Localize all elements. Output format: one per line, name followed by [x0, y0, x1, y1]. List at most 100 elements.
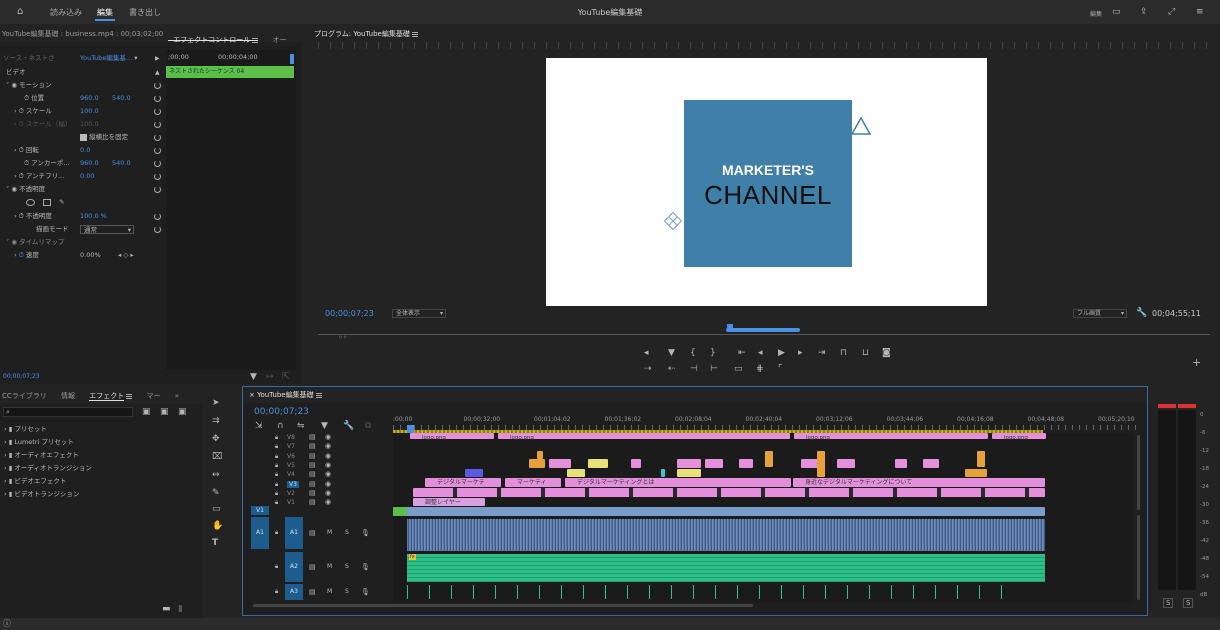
reset-icon[interactable]	[154, 108, 161, 115]
graphic-clip[interactable]	[588, 459, 608, 468]
graphic-clip[interactable]	[631, 459, 641, 468]
stopwatch-icon[interactable]: ⏱	[24, 94, 29, 102]
adjustment-layer-clip[interactable]: 調整レイヤー	[413, 498, 485, 506]
track-name[interactable]: V1	[287, 499, 295, 506]
lock-icon[interactable]: 🔒︎	[275, 471, 278, 479]
play-icon[interactable]: ▶	[778, 348, 785, 358]
reset-icon[interactable]	[154, 186, 161, 193]
yuv-fx-icon[interactable]: ▣	[178, 407, 187, 417]
film-icon[interactable]: ▤	[309, 588, 316, 596]
eye-icon[interactable]: ◉	[325, 461, 331, 469]
mini-playhead[interactable]	[290, 54, 294, 64]
hand-tool-icon[interactable]: ✋	[212, 521, 223, 531]
graphic-clip[interactable]	[895, 459, 907, 468]
chevron-right-icon[interactable]: ›	[4, 477, 7, 485]
eye-icon[interactable]: ◉	[325, 442, 331, 450]
insert-icon[interactable]: ⇱	[282, 372, 290, 382]
eye-icon[interactable]: ◉	[325, 452, 331, 460]
antiflicker-value[interactable]: 0.00	[80, 170, 94, 183]
type-tool-icon[interactable]: T	[212, 538, 218, 548]
film-icon[interactable]: ▤	[309, 563, 316, 571]
lock-icon[interactable]: 🔒︎	[275, 588, 278, 596]
track-name[interactable]: A2	[285, 552, 303, 582]
chevron-right-icon[interactable]: ›	[4, 490, 7, 498]
lock-icon[interactable]: 🔒︎	[275, 499, 278, 507]
fx-motion-row[interactable]: ˅ ◉ モーション	[6, 79, 165, 92]
solo-button[interactable]: S	[345, 588, 349, 595]
step-forward-icon[interactable]: ▸	[798, 348, 803, 358]
safe-margins-icon[interactable]: ▭	[734, 364, 743, 374]
video-frame[interactable]: MARKETER'S CHANNEL	[546, 58, 987, 306]
uniform-scale-checkbox[interactable]	[80, 133, 87, 141]
extract-icon[interactable]: ⊔	[862, 348, 869, 358]
graphic-clip[interactable]	[965, 469, 987, 477]
subtitle-track-clip[interactable]	[413, 488, 1045, 497]
track-name[interactable]: A3	[285, 584, 303, 600]
32bit-fx-icon[interactable]: ▣	[160, 407, 169, 417]
intro-video-clip[interactable]	[393, 507, 407, 516]
anchor-row[interactable]: ⏱ アンカーポ... 960.0 540.0	[24, 157, 165, 170]
speed-value[interactable]: 0.00%	[80, 249, 101, 262]
rotation-row[interactable]: › ⏱ 回転 0.0	[14, 144, 165, 157]
anchor-x-value[interactable]: 960.0	[80, 157, 99, 170]
solo-right-button[interactable]: S	[1183, 598, 1194, 608]
film-icon[interactable]: ▤	[309, 442, 316, 450]
eye-icon[interactable]: ◉	[11, 81, 17, 89]
scale-value[interactable]: 100.0	[80, 105, 99, 118]
effects-item[interactable]: › ▮ オーディオトランジション	[4, 462, 198, 475]
lock-icon[interactable]: 🔒︎	[275, 563, 278, 571]
keyframe-nav-icon[interactable]: ◂ ◇ ▸	[118, 249, 134, 262]
audio-clip-a1[interactable]	[407, 519, 1045, 551]
chevron-right-icon[interactable]: ›	[4, 451, 7, 459]
speed-row[interactable]: › ⏱ 速度 0.00% ◂ ◇ ▸	[14, 249, 165, 262]
graphic-clip[interactable]	[977, 451, 985, 467]
text-clip[interactable]: デジタルマーケテ	[425, 478, 501, 487]
track-select-tool-icon[interactable]: ⇉	[212, 416, 220, 426]
stopwatch-icon[interactable]: ⏱	[19, 107, 24, 115]
position-y-value[interactable]: 540.0	[112, 92, 131, 105]
effects-item[interactable]: › ▮ オーディオエフェクト	[4, 449, 198, 462]
graphic-clip[interactable]	[661, 469, 665, 477]
antiflicker-row[interactable]: › ⏱ アンチフリ... 0.00	[14, 170, 165, 183]
ellipse-mask-icon[interactable]	[26, 198, 35, 206]
comparison-icon[interactable]: ⌜	[778, 364, 782, 374]
rect-mask-icon[interactable]	[43, 198, 52, 206]
lock-icon[interactable]: 🔒︎	[275, 490, 278, 498]
opacity-value[interactable]: 100.0 %	[80, 210, 107, 223]
film-icon[interactable]: ▤	[309, 433, 316, 441]
source-select[interactable]: ソース・ネストさ	[3, 52, 55, 65]
go-to-in-icon[interactable]: ⇤	[738, 348, 746, 358]
settings-wrench-icon[interactable]: 🔧	[343, 421, 354, 431]
film-icon[interactable]: ▤	[309, 470, 316, 478]
snap-icon[interactable]: ⋕	[756, 364, 764, 374]
timeline-hscrollbar[interactable]	[253, 604, 753, 607]
film-icon[interactable]: ▤	[309, 461, 316, 469]
graphic-clip[interactable]	[817, 451, 825, 477]
clear-in-icon[interactable]: ⇢	[644, 364, 652, 374]
eye-icon[interactable]: ◉	[325, 470, 331, 478]
pen-tool-icon[interactable]: ✎	[212, 488, 220, 498]
graphic-clip[interactable]	[739, 459, 753, 468]
graphic-clip[interactable]	[537, 451, 543, 459]
magnet-icon[interactable]: ∩	[277, 421, 284, 431]
lock-icon[interactable]: 🔒︎	[275, 453, 278, 461]
new-bin-icon[interactable]: ▬	[162, 604, 171, 614]
chevron-down-icon[interactable]: ˅	[6, 81, 9, 89]
film-icon[interactable]: ▤	[309, 452, 316, 460]
eye-icon[interactable]: ◉	[325, 498, 331, 506]
microphone-icon[interactable]: 🎙︎	[361, 563, 370, 571]
trash-icon[interactable]: ▮	[178, 604, 183, 614]
go-to-out-icon[interactable]: ⇥	[818, 348, 826, 358]
collapse-icon[interactable]: ▲	[155, 68, 160, 78]
step-back-icon[interactable]: ◂	[758, 348, 763, 358]
eye-icon[interactable]: ◉	[325, 433, 331, 441]
lift-icon[interactable]: ⊓	[840, 348, 847, 358]
program-timecode[interactable]: 00;00;07;23	[325, 309, 374, 318]
timeline-vscrollbar[interactable]	[1137, 435, 1140, 510]
timeline-timecode[interactable]: 00;00;07;23	[254, 407, 309, 417]
reset-icon[interactable]	[154, 147, 161, 154]
timeline-ruler[interactable]: :00;00 00;00;32;00 00;01;04;02 00;01;36;02 0…	[393, 415, 1139, 433]
timeline-playhead[interactable]	[407, 425, 414, 433]
film-icon[interactable]: ▤	[309, 498, 316, 506]
reset-icon[interactable]	[154, 95, 161, 102]
